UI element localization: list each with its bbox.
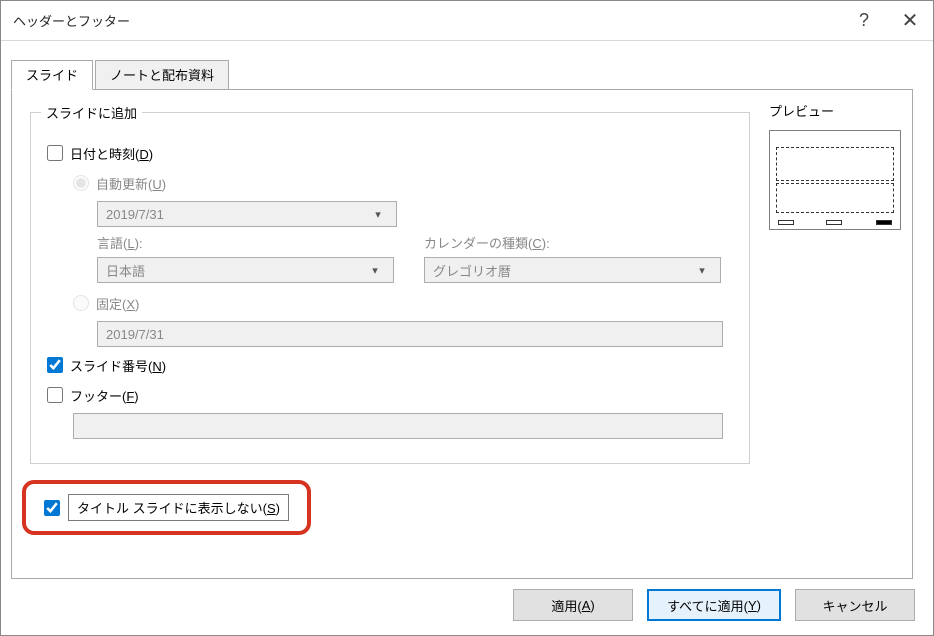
footer-checkbox[interactable]	[47, 387, 63, 403]
auto-date-combo[interactable]: 2019/7/31 ▾	[97, 201, 397, 227]
auto-update-radio[interactable]	[73, 175, 89, 191]
close-button[interactable]: ✕	[887, 2, 933, 40]
preview-legend: プレビュー	[769, 101, 909, 120]
cancel-button[interactable]: キャンセル	[795, 589, 915, 621]
calendar-label: カレンダーの種類(C):	[424, 233, 721, 252]
titlebar: ヘッダーとフッター ? ✕	[1, 1, 933, 41]
fixed-label: 固定(X)	[96, 294, 139, 313]
preview-panel: プレビュー	[769, 101, 909, 230]
chevron-down-icon: ▾	[368, 208, 388, 221]
language-combo[interactable]: 日本語 ▾	[97, 257, 394, 283]
hide-on-title-checkbox[interactable]	[44, 500, 60, 516]
highlight-box: タイトル スライドに表示しない(S)	[22, 480, 311, 535]
auto-update-label: 自動更新(U)	[96, 174, 166, 193]
apply-all-button[interactable]: すべてに適用(Y)	[647, 589, 781, 621]
datetime-checkbox[interactable]	[47, 145, 63, 161]
calendar-combo[interactable]: グレゴリオ暦 ▾	[424, 257, 721, 283]
chevron-down-icon: ▾	[365, 264, 385, 277]
group-legend: スライドに追加	[41, 103, 142, 122]
tab-notes[interactable]: ノートと配布資料	[95, 60, 229, 90]
tab-row: スライド ノートと配布資料	[11, 60, 933, 90]
chevron-down-icon: ▾	[692, 264, 712, 277]
fixed-radio[interactable]	[73, 295, 89, 311]
preview-thumbnail	[769, 130, 901, 230]
apply-button[interactable]: 適用(A)	[513, 589, 633, 621]
include-group: スライドに追加 日付と時刻(D) 自動更新(U)	[30, 112, 750, 464]
button-row: 適用(A) すべてに適用(Y) キャンセル	[513, 589, 915, 621]
footer-label: フッター(F)	[70, 386, 139, 405]
fixed-date-input[interactable]: 2019/7/31	[97, 321, 723, 347]
header-footer-dialog: ヘッダーとフッター ? ✕ スライド ノートと配布資料 スライドに追加 日付と時…	[0, 0, 934, 636]
hide-on-title-label: タイトル スライドに表示しない(S)	[68, 494, 289, 521]
slide-number-label: スライド番号(N)	[70, 356, 166, 375]
slide-number-checkbox[interactable]	[47, 357, 63, 373]
help-button[interactable]: ?	[841, 2, 887, 40]
tab-slide[interactable]: スライド	[11, 60, 93, 90]
footer-input[interactable]	[73, 413, 723, 439]
language-label: 言語(L):	[97, 233, 394, 252]
window-title: ヘッダーとフッター	[13, 11, 841, 30]
datetime-label: 日付と時刻(D)	[70, 144, 153, 163]
